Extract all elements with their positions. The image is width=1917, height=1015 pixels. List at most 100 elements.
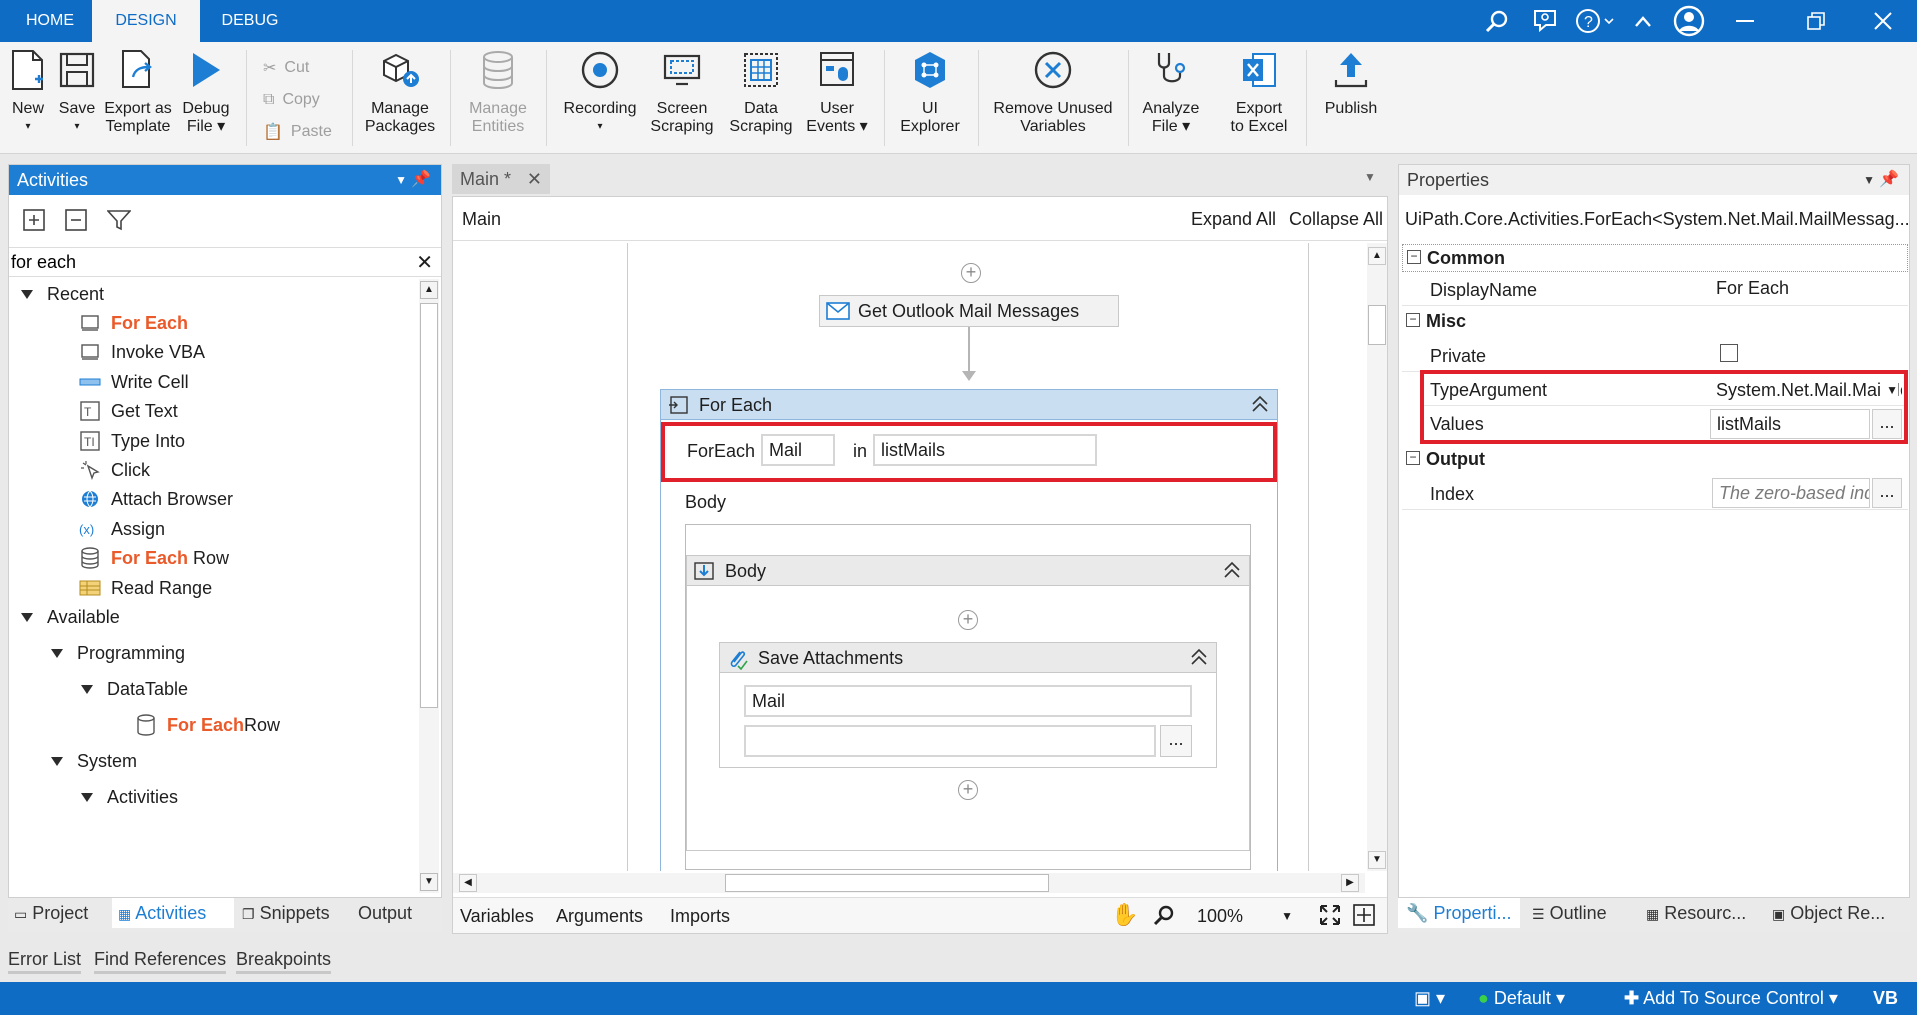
tree-item[interactable]: Read Range	[79, 573, 212, 603]
tree-node-system[interactable]: System	[51, 746, 137, 776]
tree-node-activities[interactable]: Activities	[81, 782, 178, 812]
manage-packages-button[interactable]: Manage Packages	[364, 48, 436, 148]
zoom-select[interactable]: 100% ▼	[1191, 902, 1297, 930]
tab-design[interactable]: DESIGN	[92, 0, 200, 42]
tree-item[interactable]: T Get Text	[79, 396, 178, 426]
pin-icon[interactable]: 📌	[411, 165, 431, 195]
copy-button[interactable]: ⧉ Copy	[263, 86, 343, 114]
tab-object-repository[interactable]: ▣ Object Re...	[1772, 898, 1885, 928]
tab-breakpoints[interactable]: Breakpoints	[236, 944, 332, 974]
expand-all-icon[interactable]	[23, 209, 45, 231]
tab-find-references[interactable]: Find References	[94, 944, 227, 974]
for-each-activity[interactable]: For Each ForEach Mail in listMails Body …	[660, 389, 1278, 871]
tree-node-datatable[interactable]: DataTable	[81, 674, 188, 704]
filter-icon[interactable]	[107, 209, 131, 231]
index-editor-button[interactable]: ...	[1872, 478, 1902, 508]
publish-button[interactable]: Publish	[1318, 48, 1384, 148]
body-sequence[interactable]: Body + Save Attachments Mail ... +	[686, 555, 1250, 851]
add-activity-icon[interactable]: +	[958, 780, 978, 800]
restore-icon[interactable]	[1799, 5, 1833, 37]
tree-item[interactable]: Write Cell	[79, 367, 189, 397]
tree-item[interactable]: TI Type Into	[79, 426, 185, 456]
designer-vertical-scrollbar[interactable]: ▲ ▼	[1367, 243, 1387, 871]
collapse-section-icon[interactable]: −	[1406, 451, 1420, 465]
tree-item[interactable]: (x) Assign	[79, 514, 165, 544]
foreach-item-input[interactable]: Mail	[761, 434, 835, 466]
user-events-button[interactable]: User Events ▾	[800, 48, 874, 148]
export-to-excel-button[interactable]: Export to Excel	[1226, 48, 1292, 148]
collapse-save-attachments-icon[interactable]	[1190, 643, 1208, 671]
feedback-icon[interactable]	[1528, 5, 1562, 37]
activities-scrollbar[interactable]: ▲ ▼	[419, 279, 439, 893]
tab-outline[interactable]: ☰ Outline	[1532, 898, 1607, 928]
minimize-icon[interactable]	[1728, 5, 1762, 37]
tab-resources[interactable]: ▦ Resourc...	[1646, 898, 1746, 928]
collapse-activity-icon[interactable]	[1251, 390, 1269, 418]
tree-item[interactable]: Invoke VBA	[79, 337, 205, 367]
collapse-all-icon[interactable]	[65, 209, 87, 231]
chevron-up-icon[interactable]	[1626, 5, 1660, 37]
collapse-section-icon[interactable]: −	[1406, 313, 1420, 327]
close-tab-icon[interactable]: ✕	[527, 164, 542, 194]
help-icon[interactable]: ?	[1573, 5, 1617, 37]
orchestrator-icon[interactable]: ▣ ▾	[1414, 982, 1445, 1015]
tab-main[interactable]: Main * ✕	[452, 164, 550, 194]
recording-button[interactable]: Recording ▾	[560, 48, 640, 148]
debug-file-button[interactable]: Debug File ▾	[178, 48, 234, 148]
tab-snippets[interactable]: ❐ Snippets	[242, 898, 330, 928]
screen-scraping-button[interactable]: Screen Scraping	[644, 48, 720, 148]
tree-item[interactable]: Attach Browser	[79, 484, 233, 514]
ui-explorer-button[interactable]: UI Explorer	[894, 48, 966, 148]
add-activity-icon[interactable]: +	[958, 610, 978, 630]
paste-button[interactable]: 📋 Paste	[263, 118, 343, 146]
section-output[interactable]: − Output	[1402, 446, 1908, 474]
tab-project[interactable]: ▭ Project	[14, 898, 88, 928]
tree-node-available[interactable]: Available	[21, 602, 120, 632]
tab-activities[interactable]: ▦ Activities	[112, 898, 234, 928]
user-icon[interactable]	[1672, 5, 1706, 37]
add-to-source-control-button[interactable]: ✚ Add To Source Control ▾	[1624, 982, 1838, 1015]
clear-search-icon[interactable]: ✕	[416, 250, 433, 275]
tree-item[interactable]: Click	[79, 455, 150, 485]
close-icon[interactable]	[1866, 5, 1900, 37]
collapse-all-link[interactable]: Collapse All	[1289, 209, 1383, 230]
overview-icon[interactable]	[1353, 904, 1375, 926]
typeargument-select[interactable]: System.Net.Mail.MailMessage ▼	[1712, 376, 1902, 404]
search-input[interactable]	[9, 248, 399, 276]
values-editor-button[interactable]: ...	[1872, 409, 1902, 439]
index-input[interactable]: The zero-based index	[1712, 478, 1870, 508]
collapse-body-icon[interactable]	[1223, 556, 1241, 584]
expand-all-link[interactable]: Expand All	[1191, 209, 1276, 230]
document-menu-icon[interactable]: ▼	[1364, 170, 1376, 184]
variables-tab[interactable]: Variables	[460, 906, 534, 927]
zoom-search-icon[interactable]	[1153, 904, 1175, 926]
manage-entities-button[interactable]: Manage Entities	[458, 48, 538, 148]
foreach-collection-input[interactable]: listMails	[873, 434, 1097, 466]
pin-icon[interactable]: 📌	[1879, 165, 1899, 195]
tree-item[interactable]: For Each	[79, 308, 188, 338]
hand-tool-icon[interactable]: ✋	[1111, 902, 1138, 928]
cut-button[interactable]: ✂ Cut	[263, 54, 343, 82]
add-activity-icon[interactable]: +	[961, 263, 981, 283]
tree-item-for-each-row[interactable]: For Each Row	[135, 710, 280, 740]
new-button[interactable]: New ▾	[6, 48, 50, 148]
get-outlook-mail-activity[interactable]: Get Outlook Mail Messages	[819, 295, 1119, 327]
values-input[interactable]: listMails	[1710, 409, 1870, 439]
tab-home[interactable]: HOME	[10, 0, 90, 42]
save-button[interactable]: Save ▾	[54, 48, 100, 148]
section-misc[interactable]: − Misc	[1402, 308, 1908, 336]
tree-item[interactable]: For Each Row	[79, 543, 229, 573]
displayname-value[interactable]: For Each	[1716, 278, 1789, 299]
tab-error-list[interactable]: Error List	[8, 944, 82, 974]
export-as-template-button[interactable]: Export as Template	[102, 48, 174, 148]
profile-selector[interactable]: ● Default ▾	[1478, 982, 1565, 1015]
tab-output[interactable]: Output	[358, 898, 412, 928]
imports-tab[interactable]: Imports	[670, 906, 730, 927]
data-scraping-button[interactable]: Data Scraping	[724, 48, 798, 148]
collapse-section-icon[interactable]: −	[1407, 250, 1421, 264]
save-attachments-folder-input[interactable]	[744, 725, 1156, 757]
fit-to-screen-icon[interactable]	[1319, 904, 1341, 926]
search-icon[interactable]	[1480, 5, 1514, 37]
tab-properties[interactable]: 🔧 Properti...	[1398, 898, 1520, 928]
designer-horizontal-scrollbar[interactable]: ◀ ▶	[453, 873, 1365, 893]
